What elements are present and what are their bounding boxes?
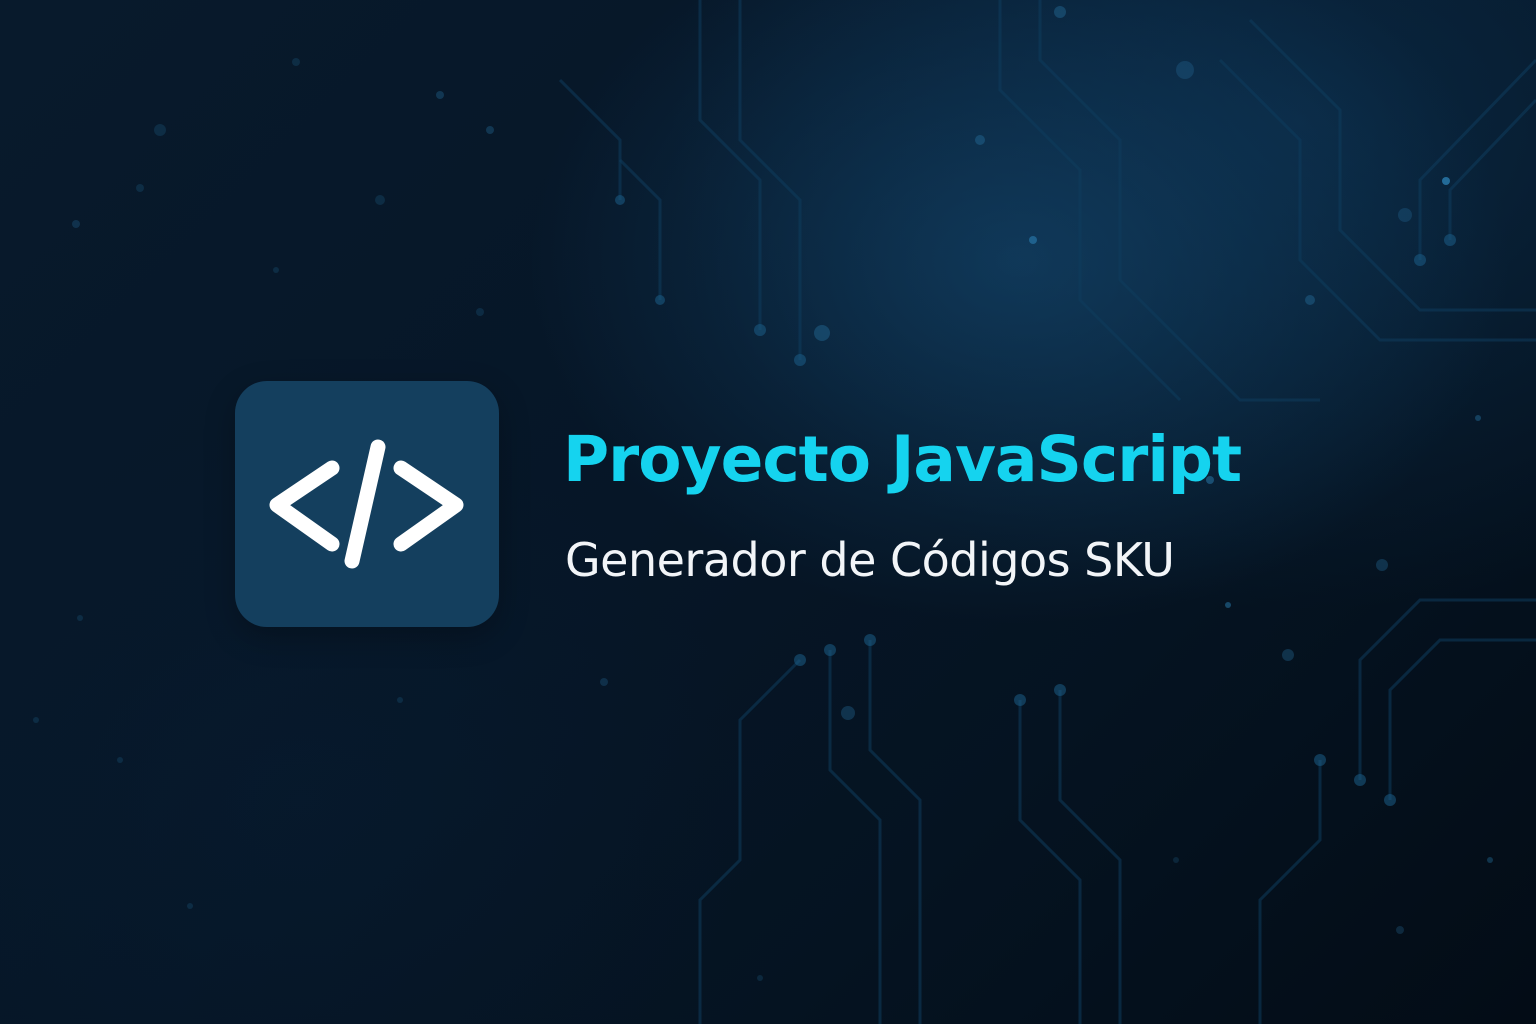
- logo-tile: [235, 381, 499, 627]
- banner-title: Proyecto JavaScript: [563, 423, 1242, 496]
- circuit-pattern: [33, 0, 1536, 1024]
- banner-subtitle: Generador de Códigos SKU: [565, 533, 1175, 587]
- code-brackets-icon: [269, 439, 464, 569]
